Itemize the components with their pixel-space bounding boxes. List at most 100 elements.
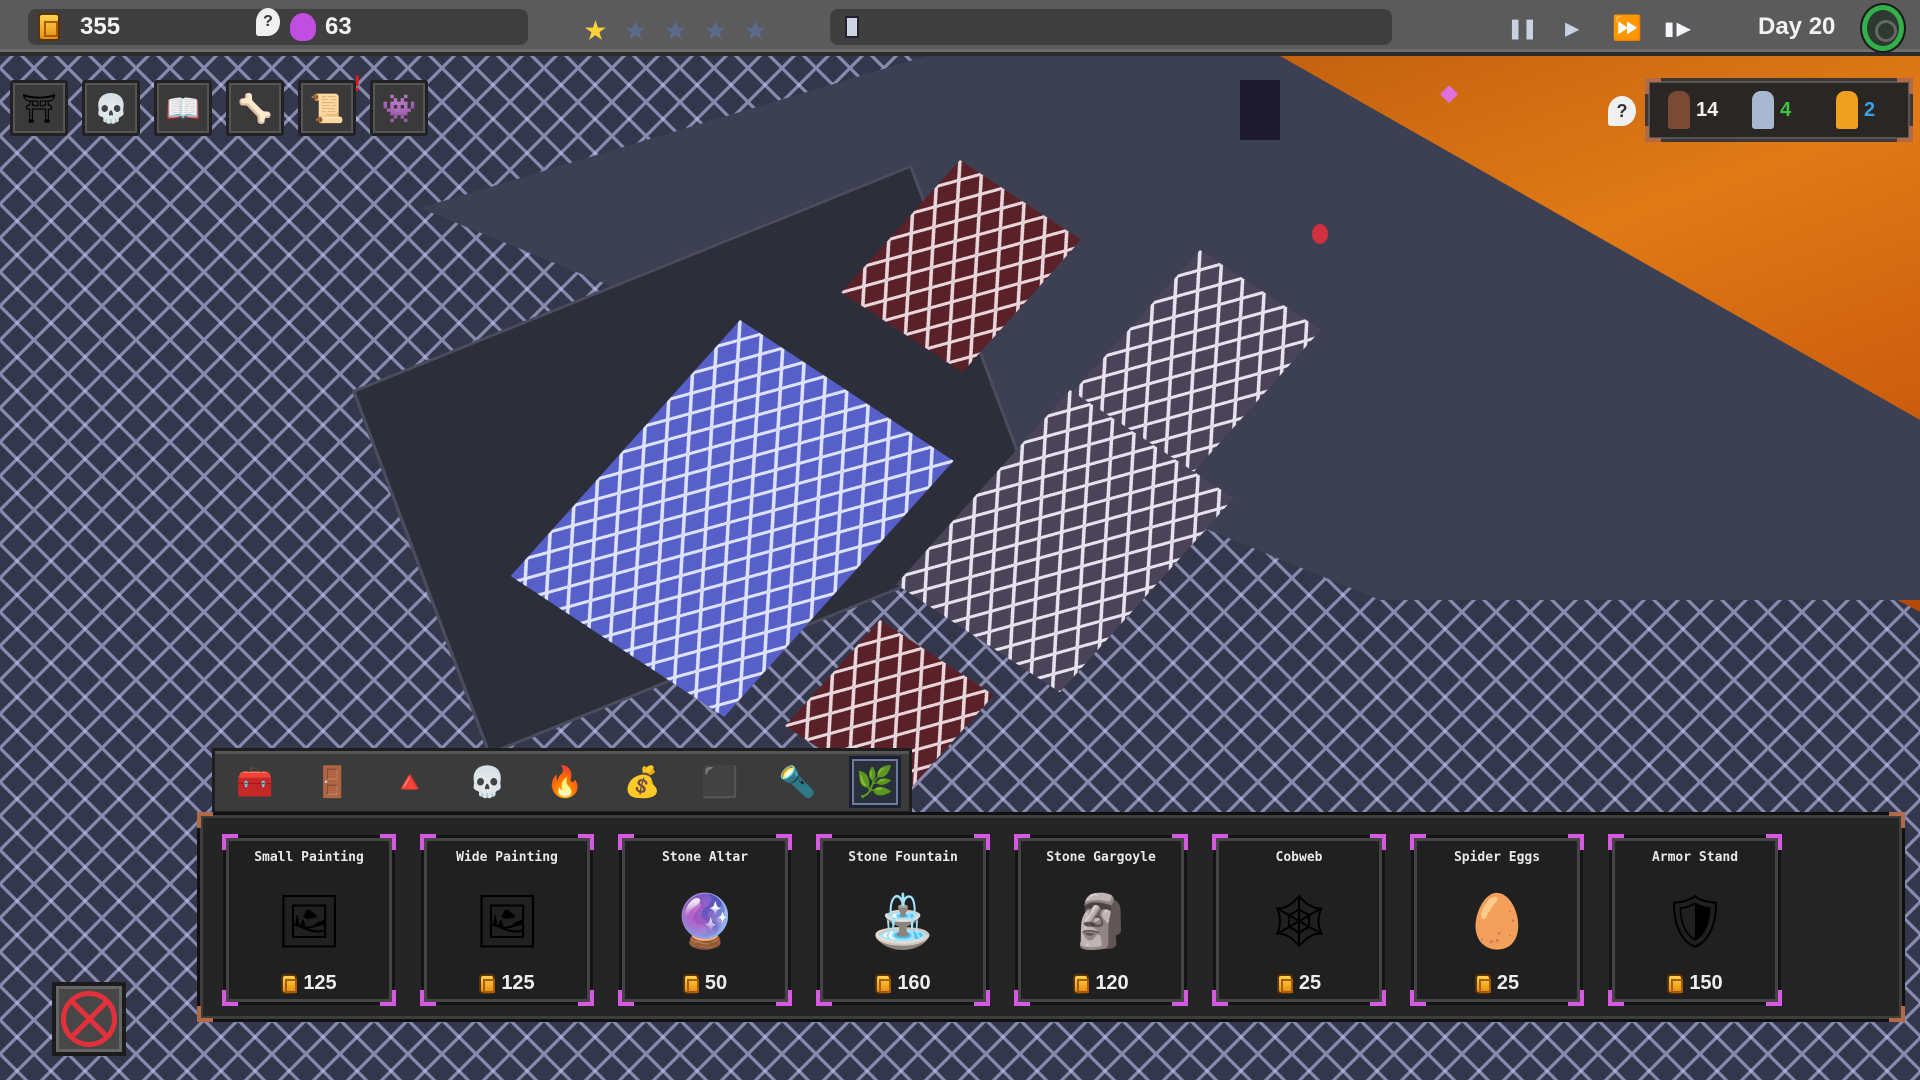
souls-amount: 63 (325, 13, 352, 40)
heroes-icon (1836, 91, 1858, 129)
card-corner-decoration (776, 834, 792, 850)
category-tab-loot[interactable]: 💰 (617, 756, 669, 808)
category-tab-storage[interactable]: 🧰 (229, 756, 281, 808)
door-icon: 🚪 (313, 764, 352, 800)
peasants-icon (1668, 91, 1690, 129)
portal-icon: ⛩ (21, 91, 57, 125)
build-item-card[interactable]: Stone Fountain ⛲ 160 (816, 834, 990, 1006)
gold-coin-icon (1667, 973, 1684, 994)
gold-coin-icon (1276, 973, 1293, 994)
gold-coin-icon (281, 973, 298, 994)
mushroom-monster[interactable] (1312, 224, 1328, 244)
item-price: 125 (226, 972, 392, 995)
souls-hint-icon[interactable]: ? (256, 8, 280, 36)
star-empty-icon: ★ (664, 5, 687, 49)
price-value: 125 (501, 972, 535, 994)
card-corner-decoration (1608, 834, 1624, 850)
item-name: Armor Stand (1651, 850, 1739, 865)
skull-icon: 💀 (93, 91, 129, 125)
gargoyle-icon: 🗿 (1068, 891, 1134, 952)
crystal-icon[interactable]: ◆ (1440, 75, 1458, 110)
build-item-card[interactable]: Small Painting 🖼 125 (222, 834, 396, 1006)
price-value: 125 (303, 972, 337, 994)
card-corner-decoration (816, 834, 832, 850)
item-price: 120 (1018, 972, 1184, 995)
item-price: 160 (820, 972, 986, 995)
calendar-icon[interactable] (845, 16, 859, 38)
population-hint-icon[interactable]: ? (1608, 96, 1636, 126)
heroes-count: 2 (1864, 98, 1876, 121)
star-filled-icon: ★ (584, 5, 607, 49)
dark-knight-unit[interactable] (1240, 80, 1280, 140)
cobweb-icon: 🕸 (1265, 891, 1332, 952)
category-tab-lights[interactable]: 🔥 (539, 756, 591, 808)
spider-eggs-icon: 🥚 (1464, 891, 1530, 952)
build-item-card[interactable]: Armor Stand 🛡 150 (1608, 834, 1782, 1006)
build-items-panel: Small Painting 🖼 125 Wide Painting 🖼 125 Stone… (197, 812, 1905, 1022)
skull-menu-button[interactable]: 💀 (82, 80, 140, 136)
torch-icon: 🔦 (778, 764, 817, 800)
close-build-menu-button[interactable] (52, 982, 126, 1056)
small-painting-icon: 🖼 (275, 891, 342, 952)
category-tab-decorations[interactable]: 🌿 (849, 756, 901, 808)
fast-forward-button[interactable]: ⏩ (1612, 14, 1642, 42)
population-knights[interactable]: 4 (1752, 91, 1791, 129)
claws-menu-button[interactable]: 🦴 (226, 80, 284, 136)
category-tab-monsters[interactable]: 💀 (462, 756, 514, 808)
book-icon: 📖 (165, 91, 201, 125)
build-item-card[interactable]: Cobweb 🕸 25 (1212, 834, 1386, 1006)
skip-button[interactable]: ▮▶ (1662, 14, 1691, 42)
item-name: Spider Eggs (1453, 850, 1541, 865)
card-corner-decoration (974, 834, 990, 850)
chest-menu-button[interactable]: 👾 (370, 80, 428, 136)
category-tab-structures[interactable]: ⬛ (694, 756, 746, 808)
category-tab-doors[interactable]: 🚪 (307, 756, 359, 808)
item-name: Cobweb (1275, 850, 1323, 865)
star-empty-icon: ★ (624, 5, 647, 49)
gold-coin-icon (682, 973, 699, 994)
block-icon: ⬛ (701, 764, 739, 800)
item-price: 25 (1216, 972, 1382, 995)
chest-icon: 👾 (381, 91, 417, 125)
gold-coin-icon (479, 973, 496, 994)
notification-bar (830, 9, 1392, 45)
gold-coin-icon (1474, 973, 1491, 994)
book-menu-button[interactable]: 📖 (154, 80, 212, 136)
price-value: 25 (1496, 972, 1520, 994)
claw-icon: 🦴 (237, 91, 273, 125)
play-button[interactable]: ▶ (1565, 14, 1579, 42)
population-heroes[interactable]: 2 (1836, 91, 1875, 129)
build-item-card[interactable]: Spider Eggs 🥚 25 (1410, 834, 1584, 1006)
price-value: 25 (1298, 972, 1322, 994)
sack-icon: 💰 (623, 764, 662, 800)
gold-icon (38, 13, 60, 45)
gold-coin-icon (875, 973, 892, 994)
portal-menu-button[interactable]: ⛩ (10, 80, 68, 136)
skull-icon: 💀 (468, 764, 507, 800)
build-item-card[interactable]: Stone Gargoyle 🗿 120 (1014, 834, 1188, 1006)
alert-badge: ! (353, 71, 361, 96)
item-name: Stone Gargoyle (1046, 850, 1156, 865)
notice-menu-button[interactable]: 📜! (298, 71, 361, 136)
card-corner-decoration (1370, 834, 1386, 850)
chest-icon: 🧰 (236, 764, 274, 800)
build-category-toolbar: 🧰 🚪 🔺 💀 🔥 💰 ⬛ 🔦 🌿 (212, 748, 912, 814)
soul-icon (290, 13, 316, 41)
pause-button[interactable]: ❚❚ (1508, 14, 1537, 42)
build-item-card[interactable]: Stone Altar 🔮 50 (618, 834, 792, 1006)
build-item-card[interactable]: Wide Painting 🖼 125 (420, 834, 594, 1006)
card-corner-decoration (578, 834, 594, 850)
star-empty-icon: ★ (744, 5, 767, 49)
item-name: Stone Fountain (848, 850, 958, 865)
population-peasants[interactable]: 14 (1668, 91, 1718, 129)
category-tab-torches[interactable]: 🔦 (772, 756, 824, 808)
category-tab-traps[interactable]: 🔺 (384, 756, 436, 808)
card-corner-decoration (618, 834, 634, 850)
card-corner-decoration (1014, 834, 1030, 850)
item-name: Wide Painting (456, 850, 558, 865)
settings-gear-icon[interactable] (1862, 5, 1904, 51)
peasants-count: 14 (1696, 98, 1719, 121)
item-name: Small Painting (254, 850, 364, 865)
population-panel: 14 4 2 (1645, 78, 1913, 142)
knights-count: 4 (1780, 98, 1792, 121)
